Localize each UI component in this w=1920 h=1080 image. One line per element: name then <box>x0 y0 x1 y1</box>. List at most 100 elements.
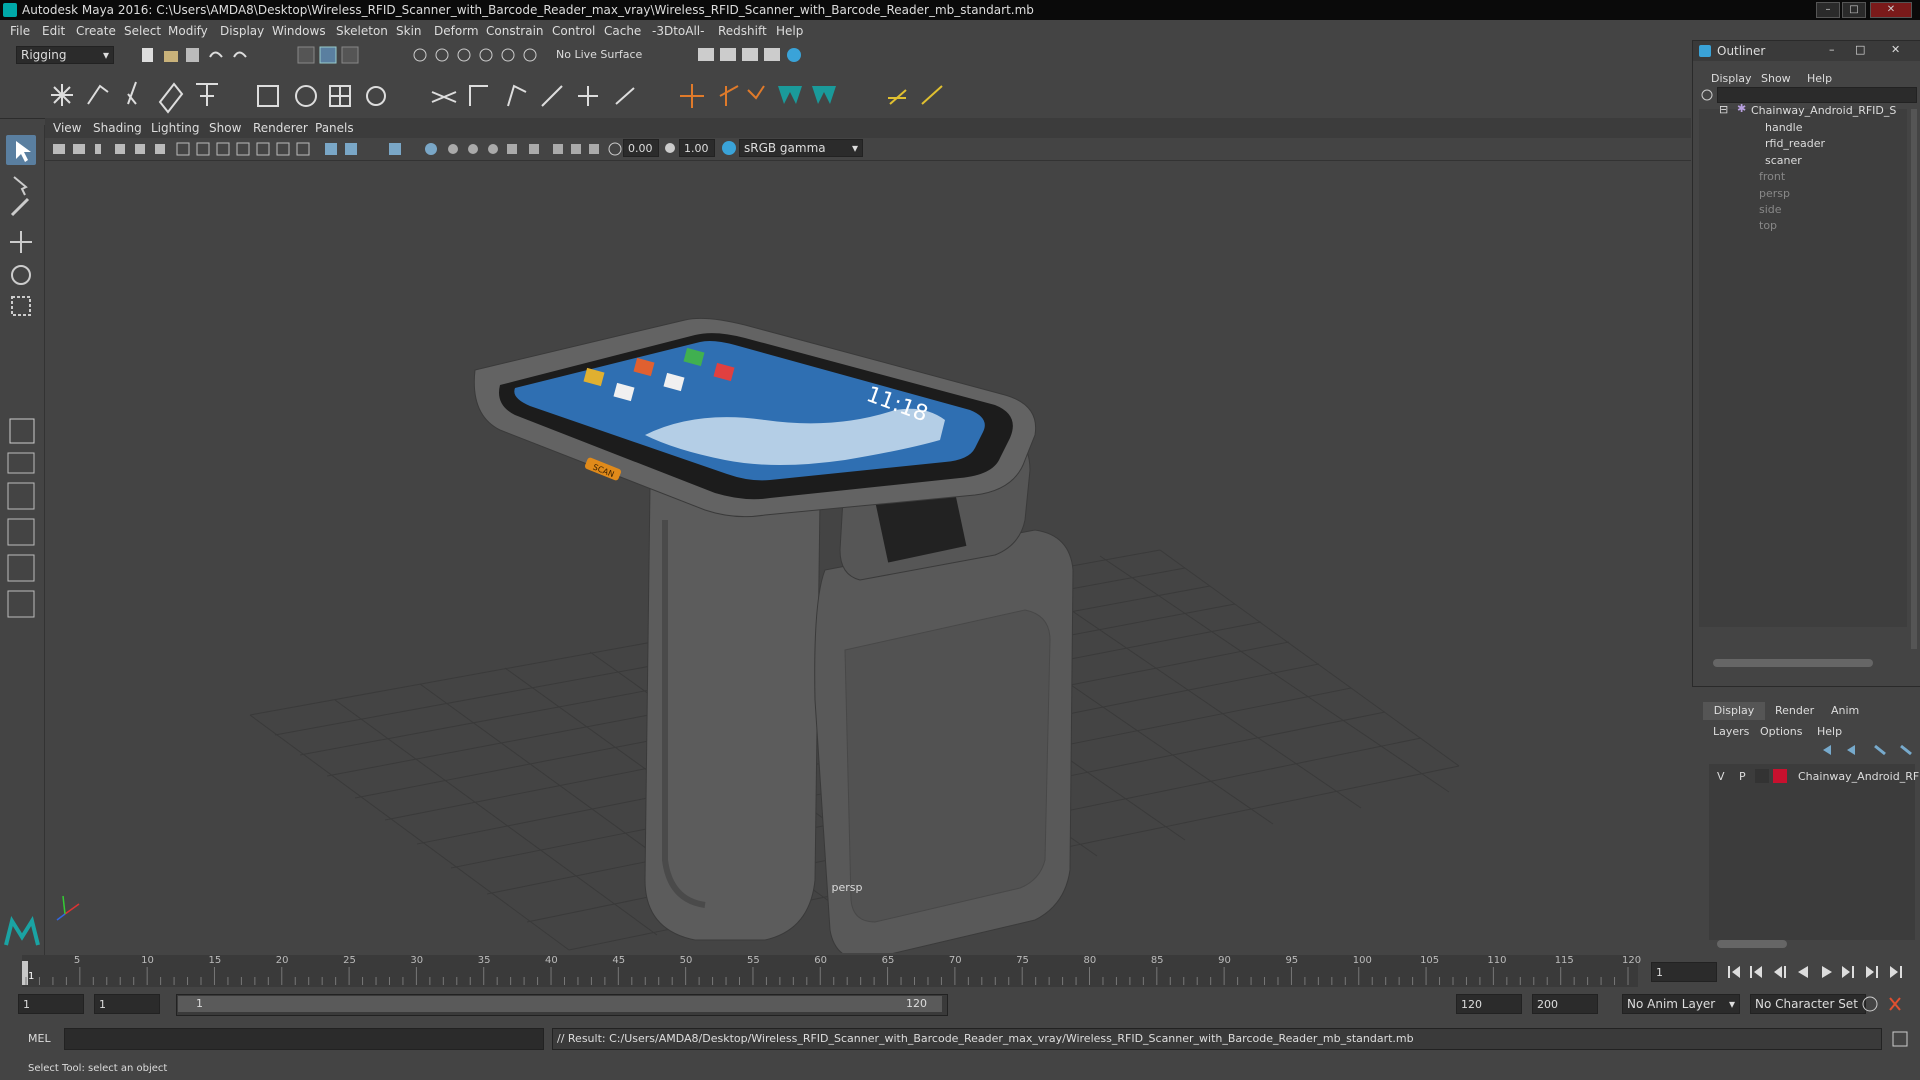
start-time-field[interactable]: 1 <box>18 994 84 1014</box>
close-button[interactable]: ✕ <box>1870 2 1912 18</box>
refresh-icon[interactable] <box>1699 87 1715 103</box>
collapse-icon[interactable]: ⊟ <box>1719 103 1728 116</box>
menu-cache[interactable]: Cache <box>604 24 641 38</box>
rotate-tool-icon <box>11 265 31 285</box>
layer-tool-icons[interactable] <box>1819 742 1919 758</box>
outliner-item-handle[interactable]: handle <box>1765 121 1803 134</box>
shelf-icons[interactable] <box>0 68 960 118</box>
menu-redshift[interactable]: Redshift <box>718 24 767 38</box>
menu-windows[interactable]: Windows <box>272 24 326 38</box>
tool-icons[interactable] <box>0 133 44 493</box>
character-set-dropdown[interactable]: No Character Set <box>1750 994 1866 1014</box>
outliner-item-rfid-reader[interactable]: rfid_reader <box>1765 137 1825 150</box>
timeline-ruler <box>22 961 1629 985</box>
outliner-camera-top[interactable]: top <box>1759 219 1777 232</box>
outliner-camera-side[interactable]: side <box>1759 203 1782 216</box>
menu-3dtoall[interactable]: -3DtoAll- <box>652 24 704 38</box>
outliner-minimize-button[interactable]: – <box>1829 43 1835 56</box>
select-mode-icons[interactable] <box>296 45 396 65</box>
menu-file[interactable]: File <box>10 24 30 38</box>
time-slider[interactable]: 5 10 15 20 25 30 35 40 45 50 55 60 65 70 75 80 85 90 95 100… <box>22 955 1641 987</box>
last-tool-icon <box>9 418 35 444</box>
play-forward-icon <box>1822 966 1832 978</box>
outliner-root-item[interactable]: Chainway_Android_RFID_S <box>1751 104 1896 117</box>
timeline-tick-label: 85 <box>1150 955 1164 966</box>
layer-menu-layers[interactable]: Layers <box>1713 725 1749 738</box>
vp-menu-panels[interactable]: Panels <box>315 121 354 135</box>
exposure-field[interactable]: 0.00 <box>623 139 659 157</box>
playback-end-field[interactable]: 120 <box>1456 994 1522 1014</box>
layer-visibility-toggle[interactable]: V <box>1717 770 1725 783</box>
playback-controls[interactable] <box>1724 962 1920 982</box>
point-constraint-icon <box>469 85 488 106</box>
menu-select[interactable]: Select <box>124 24 161 38</box>
color-space-dropdown[interactable]: sRGB gamma ▾ <box>739 139 863 157</box>
snap-icons[interactable] <box>410 45 550 65</box>
menu-modify[interactable]: Modify <box>168 24 208 38</box>
playback-start-field[interactable]: 1 <box>94 994 160 1014</box>
menu-help[interactable]: Help <box>776 24 803 38</box>
menu-skeleton[interactable]: Skeleton <box>336 24 388 38</box>
vp-menu-view[interactable]: View <box>53 121 81 135</box>
menu-create[interactable]: Create <box>76 24 116 38</box>
layer-playback-toggle[interactable]: P <box>1739 770 1746 783</box>
outliner-menu-display[interactable]: Display <box>1711 72 1752 85</box>
color-management-icon[interactable] <box>721 140 737 156</box>
outliner-camera-persp[interactable]: persp <box>1759 187 1790 200</box>
outliner-camera-front[interactable]: front <box>1759 170 1785 183</box>
layer-name[interactable]: Chainway_Android_RF <box>1798 770 1919 783</box>
vp-menu-show[interactable]: Show <box>209 121 241 135</box>
layer-tab-display[interactable]: Display <box>1703 702 1765 720</box>
command-result: // Result: C:/Users/AMDA8/Desktop/Wirele… <box>552 1028 1882 1050</box>
menu-deform[interactable]: Deform <box>434 24 479 38</box>
layer-tab-anim[interactable]: Anim <box>1831 704 1859 717</box>
menu-edit[interactable]: Edit <box>42 24 65 38</box>
layer-menu-options[interactable]: Options <box>1760 725 1802 738</box>
outliner-menu-show[interactable]: Show <box>1761 72 1791 85</box>
menuset-dropdown[interactable]: Rigging ▾ <box>16 46 114 64</box>
menu-control[interactable]: Control <box>552 24 595 38</box>
layer-tab-render[interactable]: Render <box>1775 704 1814 717</box>
timeline-tick-label: 25 <box>343 955 356 966</box>
mirror-joint-icon <box>158 82 184 114</box>
outliner-titlebar: Outliner – □ ✕ <box>1693 41 1920 61</box>
snap-curve-icon <box>435 48 449 62</box>
scene-canvas[interactable]: 11:18 SCAN persp <box>45 160 1691 953</box>
menu-constrain[interactable]: Constrain <box>486 24 544 38</box>
layer-color-swatch[interactable] <box>1773 769 1787 783</box>
menu-display[interactable]: Display <box>220 24 264 38</box>
anim-layer-dropdown[interactable]: No Anim Layer ▾ <box>1622 994 1740 1014</box>
layout-icons[interactable] <box>0 447 44 647</box>
current-frame-field[interactable]: 1 <box>1651 962 1717 982</box>
layer-menu-help[interactable]: Help <box>1817 725 1842 738</box>
outliner-item-scaner[interactable]: scaner <box>1765 154 1802 167</box>
outliner-maximize-button[interactable]: □ <box>1855 43 1865 56</box>
range-slider-handle[interactable] <box>178 996 942 1012</box>
vp-menu-renderer[interactable]: Renderer <box>253 121 308 135</box>
four-pane-layout-icon <box>7 482 35 510</box>
command-input[interactable] <box>64 1028 544 1050</box>
outliner-h-scrollbar[interactable] <box>1713 659 1873 667</box>
gamma-field[interactable]: 1.00 <box>679 139 715 157</box>
persp-viewport[interactable]: View Shading Lighting Show Renderer Pane… <box>45 118 1691 953</box>
layer-display-type[interactable] <box>1755 769 1769 783</box>
viewport-toolbar-icons[interactable] <box>49 140 709 158</box>
range-end-icons[interactable] <box>1862 994 1920 1014</box>
outliner-menu-help[interactable]: Help <box>1807 72 1832 85</box>
vp-menu-lighting[interactable]: Lighting <box>151 121 200 135</box>
timeline-tick-label: 35 <box>477 955 491 966</box>
live-surface-label[interactable]: No Live Surface <box>556 48 642 61</box>
maximize-button[interactable]: □ <box>1842 2 1866 18</box>
render-icons[interactable] <box>694 45 814 65</box>
end-time-field[interactable]: 200 <box>1532 994 1598 1014</box>
menu-skin[interactable]: Skin <box>396 24 422 38</box>
rfid-reader-panel <box>844 609 1051 923</box>
vp-menu-shading[interactable]: Shading <box>93 121 142 135</box>
layer-h-scrollbar[interactable] <box>1717 940 1787 948</box>
script-language-label[interactable]: MEL <box>28 1032 51 1045</box>
outliner-v-scrollbar[interactable] <box>1911 109 1917 649</box>
outliner-close-button[interactable]: ✕ <box>1891 43 1900 56</box>
outliner-filter-input[interactable] <box>1717 87 1917 103</box>
script-editor-icon[interactable] <box>1892 1031 1908 1047</box>
minimize-button[interactable]: – <box>1816 2 1840 18</box>
